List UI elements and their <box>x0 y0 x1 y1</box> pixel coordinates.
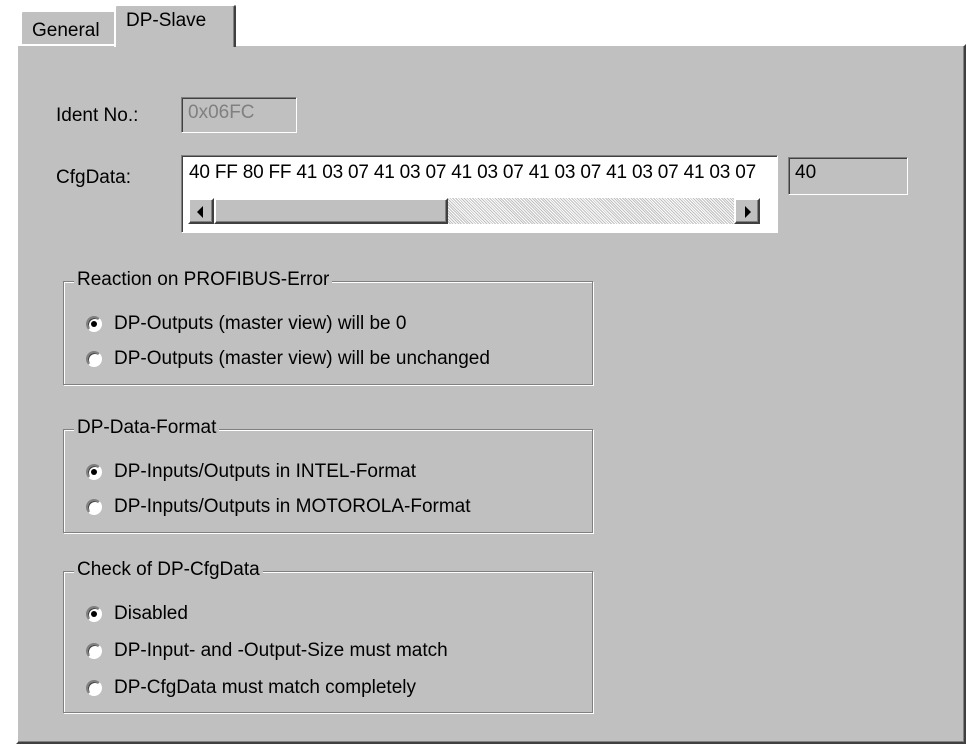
ident-no-field: 0x06FC <box>181 97 297 133</box>
radio-size-must-match-indicator[interactable] <box>86 643 102 659</box>
cfgdata-selected-byte-field: 40 <box>788 157 908 195</box>
group-dp-data-format: DP-Data-Format DP-Inputs/Outputs in INTE… <box>63 417 593 533</box>
group-reaction-title: Reaction on PROFIBUS-Error <box>74 269 333 291</box>
radio-check-disabled[interactable]: Disabled <box>86 602 188 626</box>
group-reaction-on-profibus-error: Reaction on PROFIBUS-Error DP-Outputs (m… <box>63 269 593 385</box>
radio-intel-format[interactable]: DP-Inputs/Outputs in INTEL-Format <box>86 460 416 484</box>
radio-outputs-zero-indicator[interactable] <box>86 316 102 332</box>
radio-intel-format-indicator[interactable] <box>86 464 102 480</box>
arrow-right-icon <box>745 206 751 218</box>
radio-motorola-format[interactable]: DP-Inputs/Outputs in MOTOROLA-Format <box>86 495 471 519</box>
radio-check-disabled-indicator[interactable] <box>86 606 102 622</box>
radio-intel-format-label: DP-Inputs/Outputs in INTEL-Format <box>114 461 416 482</box>
group-format-title: DP-Data-Format <box>74 417 220 439</box>
cfgdata-scrollbar[interactable] <box>188 198 760 224</box>
radio-outputs-zero[interactable]: DP-Outputs (master view) will be 0 <box>86 312 406 336</box>
scroll-right-button[interactable] <box>734 198 760 224</box>
cfgdata-box[interactable]: 40 FF 80 FF 41 03 07 41 03 07 41 03 07 4… <box>181 155 778 233</box>
radio-size-must-match-label: DP-Input- and -Output-Size must match <box>114 640 448 661</box>
tab-dp-slave[interactable]: DP-Slave <box>114 4 236 47</box>
cfgdata-text[interactable]: 40 FF 80 FF 41 03 07 41 03 07 41 03 07 4… <box>189 162 759 184</box>
group-check-title: Check of DP-CfgData <box>74 559 263 581</box>
ident-no-label: Ident No.: <box>56 105 139 126</box>
radio-size-must-match[interactable]: DP-Input- and -Output-Size must match <box>86 639 448 663</box>
radio-outputs-unchanged-indicator[interactable] <box>86 351 102 367</box>
tab-general-label: General <box>32 20 100 41</box>
radio-cfgdata-must-match-label: DP-CfgData must match completely <box>114 677 416 698</box>
radio-motorola-format-indicator[interactable] <box>86 499 102 515</box>
radio-check-disabled-label: Disabled <box>114 603 188 624</box>
radio-outputs-unchanged-label: DP-Outputs (master view) will be unchang… <box>114 348 490 369</box>
tab-dp-slave-label: DP-Slave <box>126 10 207 31</box>
arrow-left-icon <box>197 206 203 218</box>
cfgdata-label: CfgData: <box>56 167 131 188</box>
scroll-left-button[interactable] <box>188 198 214 224</box>
radio-motorola-format-label: DP-Inputs/Outputs in MOTOROLA-Format <box>114 496 471 517</box>
radio-cfgdata-must-match-indicator[interactable] <box>86 680 102 696</box>
group-check-of-dp-cfgdata: Check of DP-CfgData Disabled DP-Input- a… <box>63 559 593 713</box>
radio-outputs-unchanged[interactable]: DP-Outputs (master view) will be unchang… <box>86 347 490 371</box>
tab-general[interactable]: General <box>20 10 118 44</box>
radio-outputs-zero-label: DP-Outputs (master view) will be 0 <box>114 313 407 334</box>
dp-slave-panel: Ident No.: 0x06FC CfgData: 40 FF 80 FF 4… <box>16 44 966 744</box>
radio-cfgdata-must-match[interactable]: DP-CfgData must match completely <box>86 676 416 700</box>
scrollbar-thumb[interactable] <box>214 198 448 224</box>
